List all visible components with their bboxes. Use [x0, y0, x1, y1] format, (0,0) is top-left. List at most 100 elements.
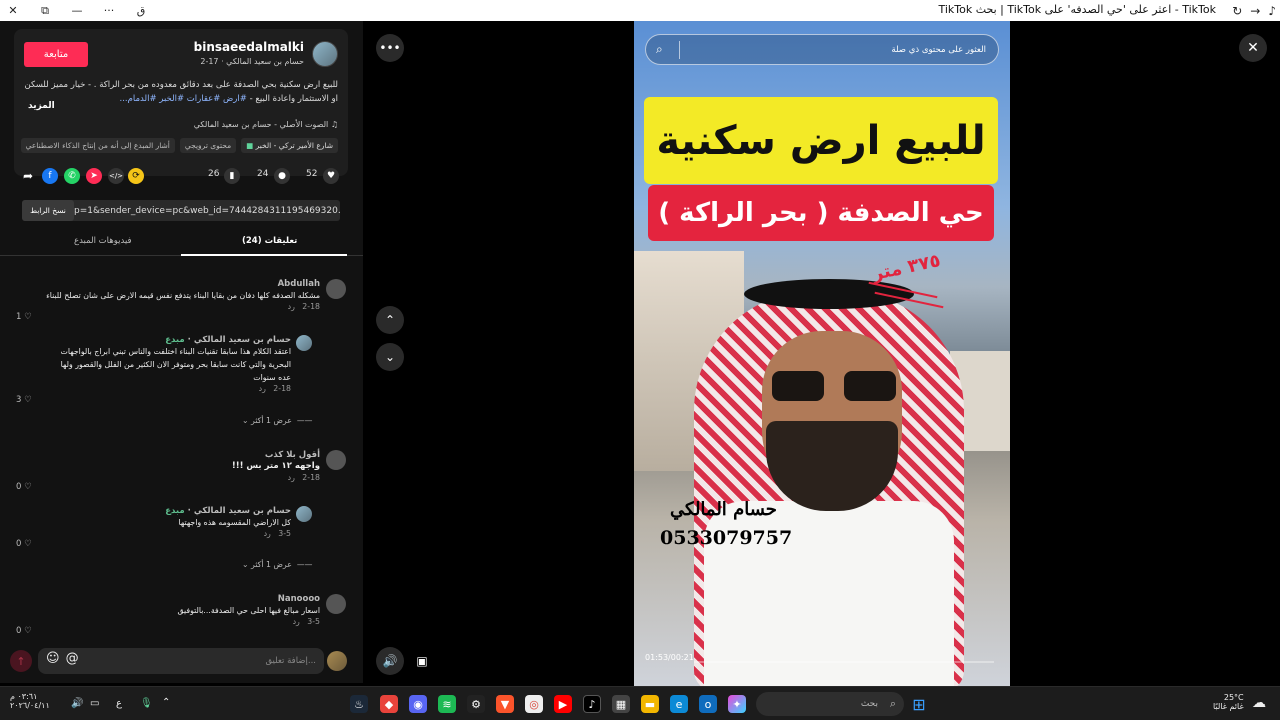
- comment-like[interactable]: 1 ♡: [16, 312, 32, 322]
- comment-item: Nanoooo اسعار مبالغ فيها احلى حي الصدفة.…: [20, 594, 320, 626]
- commenter-avatar[interactable]: [326, 450, 346, 470]
- location-chip[interactable]: ■ شارع الأمير تركي - الخبر: [241, 138, 338, 153]
- tiktok-icon[interactable]: ♪: [583, 695, 601, 713]
- comment-author[interactable]: أقول بلا كذب: [20, 450, 320, 460]
- comment-like[interactable]: 0 ♡: [16, 626, 32, 636]
- user-avatar[interactable]: [327, 651, 347, 671]
- steam-client-icon[interactable]: ⚙: [467, 695, 485, 713]
- commenter-avatar[interactable]: [326, 594, 346, 614]
- game-app-icon[interactable]: ◆: [380, 695, 398, 713]
- more-options-button[interactable]: •••: [376, 34, 404, 62]
- chrome-icon[interactable]: ◎: [525, 695, 543, 713]
- author-avatar[interactable]: [312, 41, 338, 67]
- chevron-up-icon[interactable]: ⌃: [162, 697, 170, 708]
- arrow-up-icon: ↑: [16, 654, 26, 668]
- reading-mode-button[interactable]: ق: [132, 4, 150, 17]
- comment-author[interactable]: حسام بن سعيد المالكي · مبدع: [51, 335, 291, 345]
- store-icon[interactable]: ▦: [612, 695, 630, 713]
- copy-link-button[interactable]: نسخ الرابط: [22, 200, 74, 221]
- comment-author[interactable]: Nanoooo: [20, 594, 320, 604]
- heart-icon[interactable]: ♥: [323, 168, 339, 184]
- creator-avatar[interactable]: [296, 335, 312, 351]
- comment-author[interactable]: Abdullah: [20, 279, 320, 289]
- view-more-replies[interactable]: —— عرض 1 أكثر ⌄: [242, 416, 312, 425]
- reply-button[interactable]: رد: [288, 302, 295, 311]
- comment-author[interactable]: حسام بن سعيد المالكي · مبدع: [51, 506, 291, 516]
- send-icon[interactable]: ➤: [86, 168, 102, 184]
- reply-item: حسام بن سعيد المالكي · مبدع اعتقد الكلام…: [51, 335, 291, 393]
- folder-icon[interactable]: ▬: [641, 695, 659, 713]
- discord-icon[interactable]: ◉: [409, 695, 427, 713]
- edge-icon[interactable]: e: [670, 695, 688, 713]
- spotify-icon[interactable]: ≋: [438, 695, 456, 713]
- share-arrow-icon[interactable]: ➦: [20, 168, 36, 184]
- microphone-icon[interactable]: 🎙: [140, 698, 153, 709]
- tab-comments[interactable]: تعليقات (24): [242, 236, 297, 246]
- previous-video-button[interactable]: ⌃: [376, 306, 404, 334]
- minimize-window-button[interactable]: —: [68, 4, 86, 17]
- sunglasses-shape: [772, 371, 896, 401]
- input-icons: ☺ @: [46, 651, 79, 666]
- comment-text: مشكله الصدفه كلها دفان من بقايا البناء ي…: [46, 291, 320, 300]
- reply-button[interactable]: رد: [264, 529, 271, 538]
- commenter-avatar[interactable]: [326, 279, 346, 299]
- embed-icon[interactable]: </>: [108, 168, 124, 184]
- pip-button[interactable]: ▣: [408, 647, 436, 675]
- next-video-button[interactable]: ⌄: [376, 343, 404, 371]
- sound-link[interactable]: الصوت الأصلي - حسام بن سعيد المالكي ♫: [194, 120, 338, 129]
- video-progress-bar[interactable]: [694, 661, 994, 663]
- steam-icon[interactable]: ♨: [350, 695, 368, 713]
- hashtags[interactable]: #ارض #عقارات #الخبر #الدمام...: [120, 94, 247, 104]
- bookmark-icon[interactable]: ▮: [224, 168, 240, 184]
- comment-like[interactable]: 0 ♡: [16, 539, 32, 549]
- language-indicator[interactable]: ع: [116, 698, 122, 709]
- picture-in-picture-icon: ▣: [416, 654, 428, 668]
- comment-like[interactable]: 3 ♡: [16, 395, 32, 405]
- comment-input[interactable]: إضافة تعليق...: [38, 648, 324, 674]
- send-comment-button[interactable]: ↑: [10, 650, 32, 672]
- tab-creator-videos[interactable]: فيديوهات المبدع: [74, 236, 132, 246]
- creator-badge: مبدع: [165, 335, 185, 345]
- outlook-icon[interactable]: o: [699, 695, 717, 713]
- view-more-replies[interactable]: —— عرض 1 أكثر ⌄: [242, 560, 312, 569]
- youtube-icon[interactable]: ▶: [554, 695, 572, 713]
- windows-start-icon[interactable]: ⊞: [910, 695, 928, 714]
- brave-icon[interactable]: ▼: [496, 695, 514, 713]
- reload-button[interactable]: ↻: [1232, 4, 1242, 18]
- close-player-button[interactable]: ✕: [1239, 34, 1267, 62]
- close-window-button[interactable]: ✕: [4, 4, 22, 17]
- comment-icon[interactable]: ●: [274, 168, 290, 184]
- reply-button[interactable]: رد: [259, 384, 266, 393]
- volume-tray-icon[interactable]: 🔊: [71, 698, 83, 709]
- repost-icon[interactable]: ⟳: [128, 168, 144, 184]
- more-button[interactable]: المزيد: [28, 101, 55, 111]
- volume-button[interactable]: 🔊: [376, 647, 404, 675]
- creator-avatar[interactable]: [296, 506, 312, 522]
- chevron-up-icon: ⌃: [384, 313, 396, 327]
- weather-widget[interactable]: 25°C غائم غالبًا: [1213, 693, 1244, 711]
- clock[interactable]: ٠٣:٦١ م ٢٠٢٦/٠٤/١١: [10, 692, 50, 710]
- author-username[interactable]: binsaeedalmalki: [194, 40, 304, 54]
- action-bar: ➦ f ✆ ➤ </> ⟳ 26 ▮ 24 ● 52 ♥: [0, 167, 363, 189]
- network-tray-icon[interactable]: ▭: [90, 698, 99, 709]
- taskbar-search[interactable]: بحث ⌕: [756, 692, 904, 716]
- restore-window-button[interactable]: ⧉: [36, 4, 54, 18]
- share-url[interactable]: p=1&sender_device=pc&web_id=744428431119…: [74, 206, 340, 216]
- browser-menu-button[interactable]: ···: [100, 4, 118, 17]
- video-frame[interactable]: ⌕ العثور على محتوى ذي صلة للبيع ارض سكني…: [634, 21, 1010, 686]
- comment-like[interactable]: 0 ♡: [16, 482, 32, 492]
- forward-button[interactable]: →: [1250, 4, 1260, 18]
- comment-text: اسعار مبالغ فيها احلى حي الصدفة...بالتوف…: [177, 606, 320, 615]
- reply-button[interactable]: رد: [288, 473, 295, 482]
- whatsapp-icon[interactable]: ✆: [64, 168, 80, 184]
- mention-icon[interactable]: @: [66, 651, 79, 666]
- related-search-bar[interactable]: ⌕ العثور على محتوى ذي صلة: [645, 34, 999, 65]
- tiktok-logo-icon: ♪: [1268, 3, 1276, 18]
- reply-button[interactable]: رد: [293, 617, 300, 626]
- copilot-icon[interactable]: ✦: [728, 695, 746, 713]
- comment-text: كل الاراضي المقسومه هذه واجهتها: [178, 518, 291, 527]
- saves-count: 26: [208, 169, 220, 179]
- follow-button[interactable]: متابعة: [24, 42, 88, 67]
- emoji-icon[interactable]: ☺: [46, 651, 60, 666]
- facebook-icon[interactable]: f: [42, 168, 58, 184]
